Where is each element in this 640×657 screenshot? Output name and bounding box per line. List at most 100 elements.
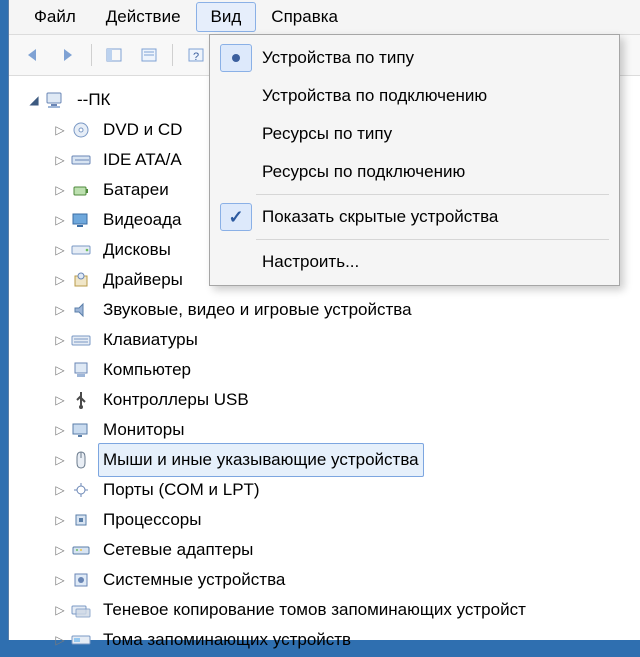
expand-icon[interactable]: ▷ [53,333,67,347]
tree-item-label: Батареи [98,173,174,207]
expand-icon[interactable]: ▷ [53,543,67,557]
tree-item-label: DVD и CD [98,113,187,147]
expand-icon[interactable]: ▷ [53,213,67,227]
tree-item-label: Системные устройства [98,563,290,597]
menu-file[interactable]: Файл [19,2,91,32]
menu-item[interactable]: Устройства по типу [212,39,617,77]
svg-text:?: ? [193,51,199,63]
tree-item-label: Клавиатуры [98,323,203,357]
expand-icon[interactable]: ▷ [53,243,67,257]
menu-separator [256,239,609,240]
menu-item[interactable]: Устройства по подключению [212,77,617,115]
driver-icon [70,269,92,291]
expand-icon[interactable]: ◢ [27,93,41,107]
menu-item[interactable]: Ресурсы по типу [212,115,617,153]
menu-item[interactable]: Ресурсы по подключению [212,153,617,191]
tree-item-label: Мыши и иные указывающие устройства [98,443,424,477]
menu-separator [256,194,609,195]
expand-icon[interactable]: ▷ [53,633,67,647]
menu-mark [220,120,252,148]
expand-icon[interactable]: ▷ [53,183,67,197]
tree-item-label: Порты (COM и LPT) [98,473,265,507]
tree-item[interactable]: ▷ Мониторы [27,415,640,445]
usb-icon [70,389,92,411]
menu-item-label: Устройства по типу [262,48,414,68]
tree-item-label: Тома запоминающих устройств [98,623,356,657]
menu-item-label: Показать скрытые устройства [262,207,498,227]
menu-mark [220,82,252,110]
forward-button[interactable] [53,41,83,69]
tree-item[interactable]: ▷ Компьютер [27,355,640,385]
menu-bar: Файл Действие Вид Справка [9,0,640,35]
menu-item-label: Настроить... [262,252,359,272]
tree-root-label: --ПК [72,83,115,117]
disc-icon [70,119,92,141]
show-hide-tree-button[interactable] [100,41,130,69]
expand-icon[interactable]: ▷ [53,363,67,377]
tree-item-label: Звуковые, видео и игровые устройства [98,293,417,327]
cpu-icon [70,509,92,531]
menu-help[interactable]: Справка [256,2,353,32]
check-mark-icon: ✓ [220,203,252,231]
menu-action[interactable]: Действие [91,2,196,32]
tree-item[interactable]: ▷ Звуковые, видео и игровые устройства [27,295,640,325]
menu-item[interactable]: Настроить... [212,243,617,281]
tree-item-label: Мониторы [98,413,189,447]
expand-icon[interactable]: ▷ [53,123,67,137]
port-icon [70,479,92,501]
tree-item[interactable]: ▷ Клавиатуры [27,325,640,355]
toolbar-separator [172,44,173,66]
tree-item-label: Видеоада [98,203,187,237]
volume-icon [70,629,92,651]
tree-item-label: Теневое копирование томов запоминающих у… [98,593,531,627]
sound-icon [70,299,92,321]
help-button[interactable]: ? [181,41,211,69]
menu-item[interactable]: ✓ Показать скрытые устройства [212,198,617,236]
tree-item-label: Контроллеры USB [98,383,254,417]
expand-icon[interactable]: ▷ [53,423,67,437]
tree-item[interactable]: ▷ Тома запоминающих устройств [27,625,640,655]
expand-icon[interactable]: ▷ [53,603,67,617]
tree-item[interactable]: ▷ Сетевые адаптеры [27,535,640,565]
keyboard-icon [70,329,92,351]
tree-item[interactable]: ▷ Процессоры [27,505,640,535]
tree-item[interactable]: ▷ Теневое копирование томов запоминающих … [27,595,640,625]
tree-item-label: IDE ATA/A [98,143,187,177]
mouse-icon [70,449,92,471]
expand-icon[interactable]: ▷ [53,453,67,467]
menu-item-label: Устройства по подключению [262,86,487,106]
computer-icon [44,89,66,111]
battery-icon [70,179,92,201]
expand-icon[interactable]: ▷ [53,483,67,497]
tree-item[interactable]: ▷ Контроллеры USB [27,385,640,415]
computer-icon [70,359,92,381]
tree-item[interactable]: ▷ Мыши и иные указывающие устройства [27,445,640,475]
expand-icon[interactable]: ▷ [53,303,67,317]
system-icon [70,569,92,591]
tree-item-label: Компьютер [98,353,196,387]
properties-button[interactable] [134,41,164,69]
menu-view[interactable]: Вид [196,2,257,32]
ide-icon [70,149,92,171]
menu-mark [220,158,252,186]
tree-item[interactable]: ▷ Системные устройства [27,565,640,595]
device-manager-window: Файл Действие Вид Справка ? ◢ --ПК ▷ DVD и … [8,0,640,640]
tree-item-label: Дисковы [98,233,176,267]
menu-item-label: Ресурсы по типу [262,124,392,144]
tree-item-label: Процессоры [98,503,206,537]
tree-item-label: Драйверы [98,263,188,297]
expand-icon[interactable]: ▷ [53,153,67,167]
network-icon [70,539,92,561]
shadow-icon [70,599,92,621]
monitor-icon [70,419,92,441]
expand-icon[interactable]: ▷ [53,573,67,587]
menu-item-label: Ресурсы по подключению [262,162,465,182]
drive-icon [70,239,92,261]
tree-item[interactable]: ▷ Порты (COM и LPT) [27,475,640,505]
expand-icon[interactable]: ▷ [53,273,67,287]
expand-icon[interactable]: ▷ [53,513,67,527]
expand-icon[interactable]: ▷ [53,393,67,407]
display-icon [70,209,92,231]
back-button[interactable] [19,41,49,69]
tree-item-label: Сетевые адаптеры [98,533,258,567]
